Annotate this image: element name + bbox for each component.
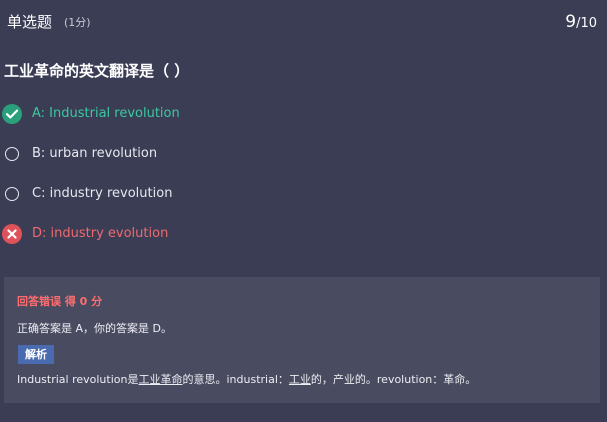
question-header: 单选题 (1分) 9/10: [0, 0, 607, 44]
quiz-page: 单选题 (1分) 9/10 工业革命的英文翻译是（ ） A: Industria…: [0, 0, 607, 422]
answer-analysis-panel: 回答错误 得 0 分 正确答案是 A，你的答案是 D。 解析 Industria…: [4, 277, 600, 403]
explanation-part: Industrial revolution是: [17, 373, 139, 386]
question-title: 工业革命的英文翻译是（ ）: [4, 62, 190, 80]
radio-icon: [5, 187, 19, 201]
explanation-term-link: 工业: [288, 373, 311, 386]
x-circle-icon: [2, 224, 22, 244]
progress-total: /10: [576, 16, 597, 31]
radio-icon: [5, 147, 19, 161]
option-d[interactable]: D: industry evolution: [2, 222, 168, 246]
explanation-term-link: 工业革命: [138, 373, 183, 386]
result-status: 回答错误 得 0 分: [17, 295, 103, 308]
question-score-label: (1分): [64, 16, 91, 29]
analysis-tag: 解析: [18, 345, 54, 364]
option-b[interactable]: B: urban revolution: [2, 142, 157, 166]
explanation-part: 的，产业的。revolution：革命。: [310, 373, 477, 386]
option-c-label: C: industry revolution: [32, 186, 173, 201]
explanation-text: Industrial revolution是工业革命的意思。industrial…: [17, 372, 476, 388]
question-type-label: 单选题: [7, 13, 53, 31]
option-b-label: B: urban revolution: [32, 146, 158, 161]
option-d-label: D: industry evolution: [32, 226, 169, 241]
check-circle-icon: [2, 104, 22, 124]
correct-answer-text: 正确答案是 A，你的答案是 D。: [17, 322, 172, 335]
explanation-part: 的意思。industrial：: [182, 373, 289, 386]
option-a-label: A: Industrial revolution: [32, 106, 180, 121]
option-c[interactable]: C: industry revolution: [2, 182, 172, 206]
option-a[interactable]: A: Industrial revolution: [2, 102, 180, 126]
question-progress: 9/10: [565, 11, 597, 35]
progress-current: 9: [565, 12, 577, 32]
